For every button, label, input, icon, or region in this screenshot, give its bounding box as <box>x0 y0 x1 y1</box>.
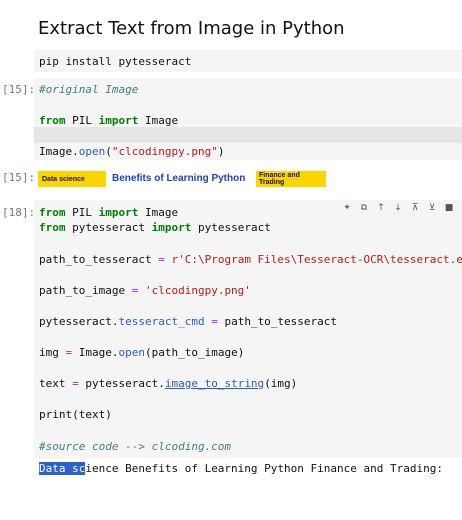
function-name: image_to_string <box>164 377 265 390</box>
code-line: path_to_image = 'clcodingpy.png' <box>39 284 251 297</box>
object-name: pytesseract. <box>39 315 119 328</box>
code-line: print(text) <box>39 408 112 421</box>
insert-below-icon[interactable]: ⊻ <box>427 203 437 213</box>
highlighted-line <box>34 127 462 143</box>
code-comment: #source code --> clcoding.com <box>39 440 232 453</box>
function-name: open <box>118 346 145 359</box>
string-literal: r'C:\Program Files\Tesseract-OCR\tessera… <box>171 253 462 266</box>
module-name: pytesseract <box>65 221 152 234</box>
function-name: open <box>78 145 106 158</box>
keyword: import <box>98 206 139 219</box>
variable-name: path_to_tesseract <box>39 253 159 266</box>
code-line: path_to_tesseract = r'C:\Program Files\T… <box>39 253 462 266</box>
attribute-name: tesseract_cmd <box>118 315 205 328</box>
operator: = <box>72 377 79 390</box>
insert-above-icon[interactable]: ⊼ <box>410 203 420 213</box>
page-title: Extract Text from Image in Python <box>38 18 345 39</box>
output-prompt: [15]: <box>2 171 36 184</box>
keyword: from <box>39 206 66 219</box>
delete-icon[interactable]: ■ <box>444 203 454 213</box>
keyword: from <box>39 114 66 127</box>
object-name: pytesseract. <box>78 377 165 390</box>
call-args: (text) <box>72 408 112 421</box>
import-name: pytesseract <box>191 221 271 234</box>
call-args: (path_to_image) <box>144 346 245 359</box>
variable-name: text <box>39 377 73 390</box>
code-line: img = Image.open(path_to_image) <box>39 346 244 359</box>
banner-tag-right: Finance and Trading <box>256 171 326 187</box>
call-args: (img) <box>264 377 298 390</box>
object-name: Image. <box>39 145 79 158</box>
code-line: from PIL import Image <box>39 206 178 219</box>
variable-name: path_to_tesseract <box>217 315 338 328</box>
cell-output[interactable]: Data science Benefits of Learning Python… <box>39 462 443 475</box>
keyword: from <box>39 221 66 234</box>
paren: ) <box>217 145 225 158</box>
module-name: PIL <box>65 206 99 219</box>
code-line: text = pytesseract.image_to_string(img) <box>39 377 297 390</box>
cell-prompt: [15]: <box>2 83 36 96</box>
code-comment: #original Image <box>39 83 139 96</box>
move-up-icon[interactable]: ↑ <box>376 203 386 213</box>
banner-tag-left-text: Data science <box>42 175 85 183</box>
sparkle-icon[interactable]: ✦ <box>342 203 352 213</box>
code-line: from pytesseract import pytesseract <box>39 221 271 234</box>
code-line: from PIL import Image <box>39 114 178 127</box>
operator: = <box>158 253 165 266</box>
variable-name: path_to_image <box>39 284 132 297</box>
code-line: Image.open("clcodingpy.png") <box>39 145 224 158</box>
banner-tag-right-text: Finance and Trading <box>259 172 300 186</box>
module-name: PIL <box>65 114 99 127</box>
move-down-icon[interactable]: ↓ <box>393 203 403 213</box>
cell-toolbar: ✦ ⧉ ↑ ↓ ⊼ ⊻ ■ <box>342 203 454 213</box>
copy-icon[interactable]: ⧉ <box>359 203 369 213</box>
object-name: Image. <box>72 346 119 359</box>
string-literal: 'clcodingpy.png' <box>144 284 251 297</box>
output-text[interactable]: ience Benefits of Learning Python Financ… <box>85 462 443 475</box>
keyword: import <box>151 221 192 234</box>
paren: ( <box>105 145 112 158</box>
banner-title: Benefits of Learning Python <box>112 173 246 184</box>
selected-text[interactable]: Data sc <box>39 462 86 475</box>
variable-name: img <box>39 346 66 359</box>
code-line: pytesseract.tesseract_cmd = path_to_tess… <box>39 315 337 328</box>
cell-prompt: [18]: <box>2 206 36 219</box>
install-command: pip install pytesseract <box>39 55 192 68</box>
banner-tag-left: Data science <box>38 171 106 187</box>
keyword: import <box>98 114 139 127</box>
operator: = <box>211 315 218 328</box>
import-name: Image <box>138 114 179 127</box>
string-literal: "clcodingpy.png" <box>111 145 218 158</box>
function-name: print <box>39 408 73 421</box>
import-name: Image <box>138 206 179 219</box>
